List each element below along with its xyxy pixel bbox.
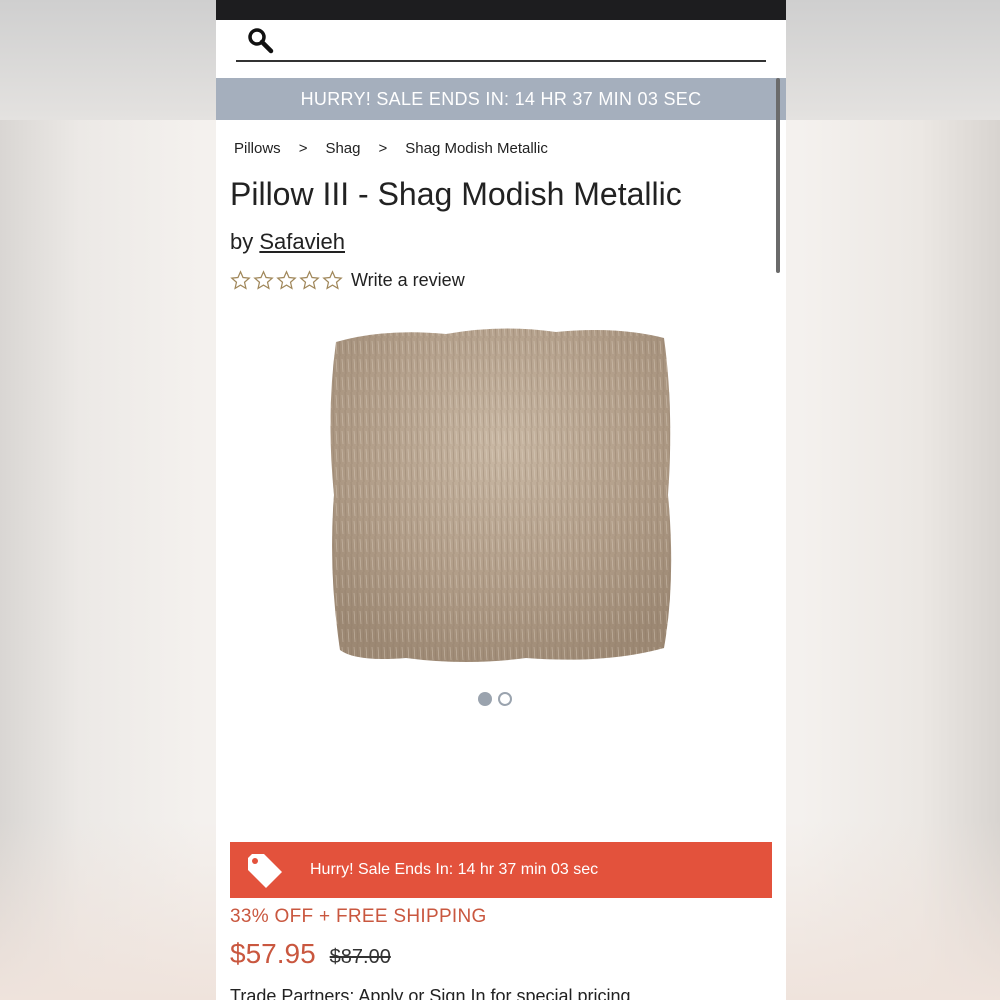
search-bar[interactable] — [236, 22, 766, 62]
star-empty-icon[interactable] — [253, 270, 274, 291]
breadcrumb-item-current[interactable]: Shag Modish Metallic — [405, 140, 548, 157]
carousel-dot-1[interactable] — [478, 692, 492, 706]
product-image[interactable] — [326, 320, 676, 670]
image-carousel-dots — [478, 692, 512, 706]
star-empty-icon[interactable] — [299, 270, 320, 291]
promo-text: 33% OFF + FREE SHIPPING — [230, 906, 487, 927]
original-price: $87.00 — [329, 946, 391, 968]
search-icon[interactable] — [246, 26, 276, 56]
sale-timer-text: Hurry! Sale Ends In: 14 hr 37 min 03 sec — [310, 861, 599, 878]
price-tag-icon — [248, 854, 282, 888]
star-empty-icon[interactable] — [276, 270, 297, 291]
rating-stars[interactable] — [230, 270, 343, 291]
breadcrumb: Pillows > Shag > Shag Modish Metallic — [234, 140, 548, 157]
carousel-dot-2[interactable] — [498, 692, 512, 706]
current-price: $57.95 — [230, 938, 316, 969]
search-input[interactable] — [284, 26, 758, 56]
rating-row: Write a review — [230, 270, 465, 291]
brand-line: by Safavieh — [230, 229, 345, 255]
scrollbar[interactable] — [776, 78, 780, 273]
star-empty-icon[interactable] — [230, 270, 251, 291]
product-title: Pillow III - Shag Modish Metallic — [230, 176, 682, 212]
breadcrumb-separator: > — [378, 140, 388, 157]
brand-link[interactable]: Safavieh — [259, 229, 345, 254]
sale-countdown-text: HURRY! SALE ENDS IN: 14 HR 37 MIN 03 SEC — [300, 89, 702, 109]
breadcrumb-item-shag[interactable]: Shag — [325, 140, 360, 157]
trade-partners-text[interactable]: Trade Partners: Apply or Sign In for spe… — [230, 986, 631, 1000]
price-row: $57.95 $87.00 — [230, 938, 391, 970]
breadcrumb-separator: > — [298, 140, 308, 157]
sale-timer-banner: Hurry! Sale Ends In: 14 hr 37 min 03 sec — [230, 842, 772, 898]
status-bar — [216, 0, 786, 20]
write-review-link[interactable]: Write a review — [351, 270, 465, 291]
sale-countdown-banner: HURRY! SALE ENDS IN: 14 HR 37 MIN 03 SEC — [216, 78, 786, 120]
star-empty-icon[interactable] — [322, 270, 343, 291]
breadcrumb-item-pillows[interactable]: Pillows — [234, 140, 281, 157]
brand-prefix: by — [230, 229, 254, 254]
phone-screen: HURRY! SALE ENDS IN: 14 HR 37 MIN 03 SEC… — [216, 0, 786, 1000]
